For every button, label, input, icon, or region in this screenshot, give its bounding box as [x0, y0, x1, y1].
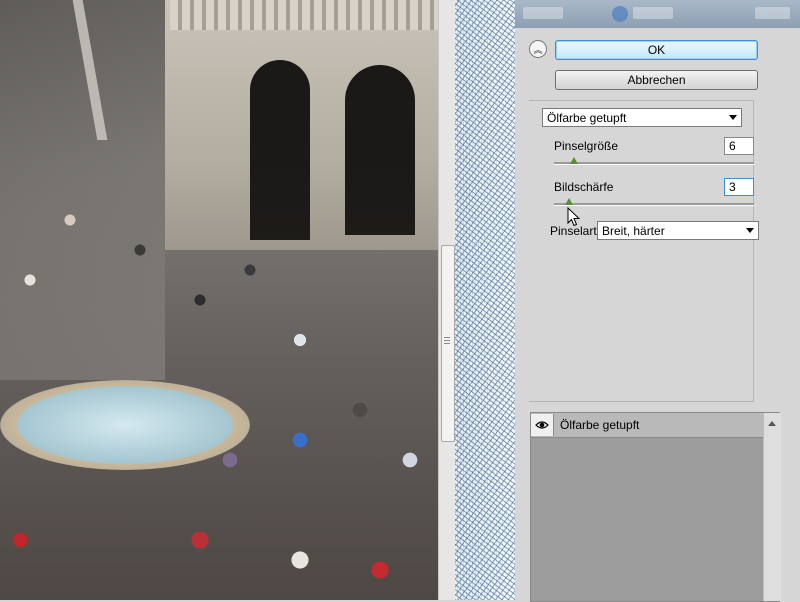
titlebar-element: [755, 7, 790, 19]
brush-type-select[interactable]: Breit, härter: [597, 221, 759, 240]
chevron-down-icon: [729, 115, 737, 120]
collapse-panel-button[interactable]: ︽: [529, 40, 547, 58]
sharpness-slider-thumb[interactable]: [565, 198, 573, 206]
filter-settings-panel: ︽ OK Abbrechen Ölfarbe getupft Pinselgrö…: [515, 0, 800, 602]
titlebar-app-icon: [612, 6, 628, 22]
brush-size-input[interactable]: 6: [724, 137, 754, 155]
brush-size-slider-thumb[interactable]: [570, 157, 578, 165]
chevron-down-icon: [746, 228, 754, 233]
brush-size-slider[interactable]: [554, 162, 754, 165]
double-chevron-up-icon: ︽: [533, 44, 543, 55]
effect-layers-panel: Ölfarbe getupft: [530, 412, 781, 602]
cancel-button[interactable]: Abbrechen: [555, 70, 758, 90]
filter-type-select[interactable]: Ölfarbe getupft: [542, 108, 742, 127]
scrollbar-grip-icon: [444, 337, 450, 345]
layers-scrollbar[interactable]: [763, 413, 781, 601]
eye-icon[interactable]: [531, 414, 554, 436]
sharpness-slider[interactable]: [554, 203, 754, 206]
effect-layer-name: Ölfarbe getupft: [560, 418, 640, 432]
panel-titlebar: [515, 0, 800, 28]
effect-layer-row[interactable]: Ölfarbe getupft: [531, 413, 763, 438]
preview-scrollbar[interactable]: [438, 0, 456, 600]
mouse-cursor-icon: [567, 207, 581, 227]
sharpness-input[interactable]: 3: [724, 178, 754, 196]
sharpness-label: Bildschärfe: [554, 180, 614, 194]
preview-crowd: [0, 160, 438, 600]
brush-size-label: Pinselgröße: [554, 139, 619, 153]
ok-button[interactable]: OK: [555, 40, 758, 60]
titlebar-element: [523, 7, 563, 19]
preview-fountain: [0, 380, 250, 470]
filter-type-value: Ölfarbe getupft: [547, 110, 627, 125]
preview-balcony: [170, 0, 438, 30]
filter-preview-image[interactable]: [0, 0, 438, 600]
titlebar-element: [633, 7, 673, 19]
brush-type-value: Breit, härter: [602, 223, 665, 238]
scroll-up-arrow-icon[interactable]: [768, 421, 776, 426]
preview-edge-noise: [455, 0, 515, 600]
